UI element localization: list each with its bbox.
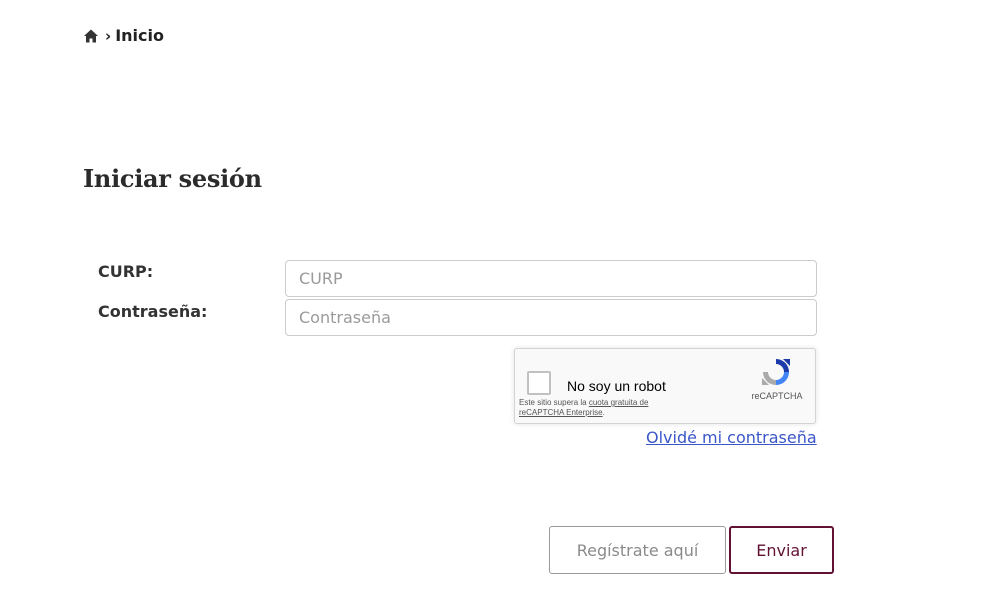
recaptcha-logo-icon <box>759 355 793 389</box>
password-label: Contraseña: <box>98 302 208 321</box>
recaptcha-widget: No soy un robot reCAPTCHA Este sitio sup… <box>514 348 816 424</box>
recaptcha-checkbox[interactable] <box>527 371 551 395</box>
recaptcha-notice: Este sitio supera la cuota gratuita de r… <box>519 398 649 417</box>
curp-label: CURP: <box>98 262 154 281</box>
submit-button[interactable]: Enviar <box>729 526 834 574</box>
recaptcha-label: No soy un robot <box>567 378 666 394</box>
recaptcha-brand: reCAPTCHA <box>751 391 803 401</box>
breadcrumb-current[interactable]: Inicio <box>115 26 164 45</box>
breadcrumb: › Inicio <box>83 26 164 45</box>
breadcrumb-separator: › <box>105 26 112 45</box>
register-button[interactable]: Regístrate aquí <box>549 526 726 574</box>
home-icon[interactable] <box>83 28 99 44</box>
forgot-password-link[interactable]: Olvidé mi contraseña <box>646 428 817 447</box>
page-title: Iniciar sesión <box>83 164 262 193</box>
password-input[interactable] <box>285 299 817 336</box>
curp-input[interactable] <box>285 260 817 297</box>
